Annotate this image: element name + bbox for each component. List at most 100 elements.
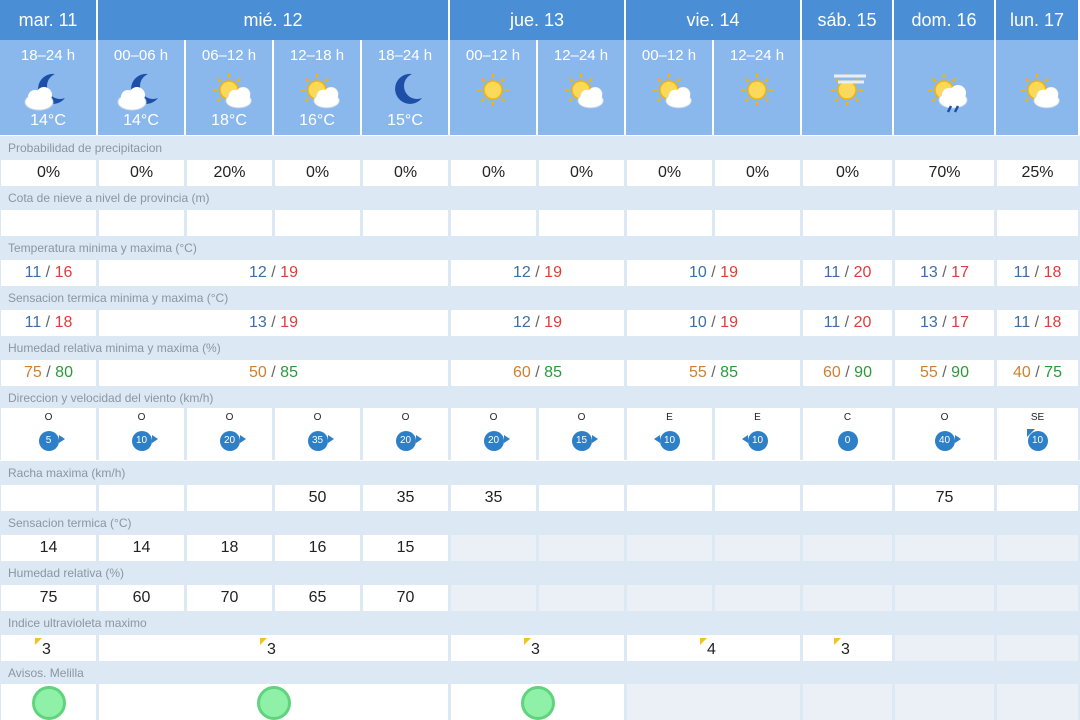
separator: /: [1030, 314, 1043, 331]
row-label: Humedad relativa minima y maxima (%): [0, 336, 1080, 360]
snow-value: [627, 210, 712, 236]
gust-value: 75: [895, 485, 994, 511]
day-header[interactable]: vie. 14: [626, 0, 802, 40]
separator: /: [271, 314, 276, 331]
wind-direction: E: [754, 412, 761, 423]
min-value: 55: [689, 364, 707, 381]
period-cell: 12–18 h 16°C: [274, 40, 362, 135]
wind-row: O 5 O 10 O 20 O 35 O 20 O 20 O 15 E 10 E 10 C 0 O 40 SE 10: [0, 408, 1080, 460]
arrow-right-icon: [954, 435, 961, 443]
temp-cell: 11 / 16: [1, 260, 96, 286]
humidity-hourly-value: [627, 585, 712, 611]
separator: /: [535, 364, 540, 381]
humidity-cell: 55 / 85: [627, 360, 800, 386]
max-value: 19: [720, 314, 738, 331]
precip-value: 0%: [363, 160, 448, 186]
min-value: 60: [513, 364, 531, 381]
arrow-left-icon: [653, 435, 660, 443]
row-label: Sensacion termica (°C): [0, 511, 1080, 535]
warning-cell: [1, 684, 96, 720]
period-cell: 12–24 h: [714, 40, 802, 135]
precip-value: 0%: [803, 160, 892, 186]
row-label: Probabilidad de precipitacion: [0, 136, 1080, 160]
warning-green-dot[interactable]: [520, 686, 555, 720]
max-value: 16: [54, 264, 73, 281]
humidity-cell: 55 / 90: [895, 360, 994, 386]
warning-green-dot[interactable]: [31, 686, 66, 720]
separator: /: [1034, 264, 1040, 281]
feels-cell: 11 / 20: [803, 310, 892, 336]
min-value: 13: [920, 314, 938, 331]
wind-cell: E 10: [715, 408, 800, 460]
separator: /: [938, 314, 951, 331]
min-value: 11: [1013, 314, 1031, 331]
arrow-right-icon: [503, 435, 510, 443]
separator: /: [41, 264, 54, 281]
separator: /: [942, 264, 947, 281]
day-header[interactable]: mié. 12: [98, 0, 450, 40]
separator: /: [531, 314, 544, 331]
snow-value: [715, 210, 800, 236]
min-value: 11: [1013, 264, 1031, 281]
uv-cell: 3: [1, 635, 96, 661]
day-header[interactable]: mar. 11: [0, 0, 98, 40]
separator: /: [845, 364, 850, 381]
row-label: Cota de nieve a nivel de provincia (m): [0, 186, 1080, 210]
period-label: 12–24 h: [553, 47, 609, 64]
precip-row: 0% 0% 20% 0% 0% 0% 0% 0% 0% 0% 70% 25%: [0, 160, 1080, 186]
humidity-hourly-value: 70: [187, 585, 272, 611]
wind-direction: E: [666, 412, 673, 423]
period-label: 18–24 h: [20, 47, 76, 64]
separator: /: [711, 364, 716, 381]
feels-hourly-value: 14: [1, 535, 96, 561]
arrow-left-icon: [741, 435, 748, 443]
snow-value: [451, 210, 536, 236]
humidity-cell: 60 / 90: [803, 360, 892, 386]
uv-cell: [997, 635, 1078, 661]
humidity-hourly-value: 70: [363, 585, 448, 611]
wind-speed-badge: 10: [131, 431, 152, 451]
day-header[interactable]: jue. 13: [450, 0, 626, 40]
warning-green-dot[interactable]: [256, 686, 291, 720]
warning-cell: [99, 684, 448, 720]
arrow-se-icon: [1026, 429, 1035, 437]
arrow-right-icon: [591, 435, 598, 443]
uv-value: 4: [707, 641, 716, 658]
moon-icon: [378, 68, 432, 114]
wind-direction: O: [577, 412, 586, 423]
day-header[interactable]: dom. 16: [894, 0, 996, 40]
gust-value: [1, 485, 96, 511]
feels-hourly-value: [539, 535, 624, 561]
wind-cell: O 40: [895, 408, 994, 460]
max-value: 20: [853, 314, 872, 331]
day-header[interactable]: lun. 17: [996, 0, 1080, 40]
wind-speed-badge: 10: [747, 431, 768, 451]
min-value: 11: [823, 264, 841, 281]
wind-speed-badge: 40: [934, 431, 955, 451]
gust-value: [539, 485, 624, 511]
min-value: 11: [823, 314, 841, 331]
separator: /: [271, 264, 276, 281]
warning-cell: [627, 684, 800, 720]
temp-cell: 12 / 19: [99, 260, 448, 286]
day-header[interactable]: sáb. 15: [802, 0, 894, 40]
separator: /: [707, 364, 720, 381]
uv-value: 3: [267, 641, 276, 658]
max-value: 85: [544, 364, 562, 381]
gust-value: [627, 485, 712, 511]
feels-row: 11 / 18 13 / 19 12 / 19 10 / 19 11 / 20 13 / …: [0, 310, 1080, 336]
snow-value: [803, 210, 892, 236]
max-value: 19: [280, 314, 298, 331]
feels-hourly-value: 18: [187, 535, 272, 561]
separator: /: [938, 264, 951, 281]
uv-value: 3: [531, 641, 540, 658]
wind-speed-badge: 35: [307, 431, 328, 451]
wind-speed-badge: 15: [571, 431, 592, 451]
max-value: 18: [54, 314, 73, 331]
uv-cell: [895, 635, 994, 661]
min-value: 10: [689, 264, 707, 281]
separator: /: [942, 364, 947, 381]
arrow-right-icon: [58, 435, 65, 443]
separator: /: [267, 364, 280, 381]
arrow-right-icon: [415, 435, 422, 443]
